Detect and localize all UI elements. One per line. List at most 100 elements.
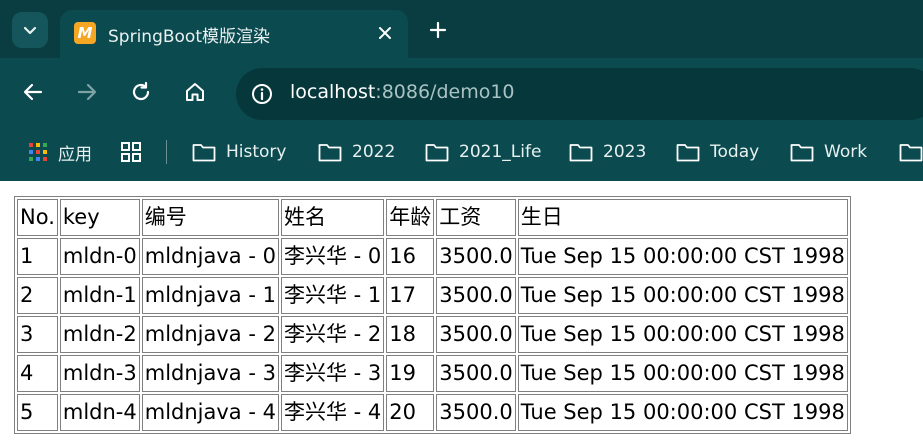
tab-search-button[interactable] bbox=[12, 12, 48, 48]
table-cell: 19 bbox=[386, 355, 435, 392]
apps-grid-icon bbox=[29, 143, 47, 161]
bookmark-tab-groups[interactable] bbox=[120, 138, 152, 166]
table-cell: 李兴华 - 2 bbox=[280, 316, 385, 353]
table-cell: mldn-2 bbox=[59, 316, 140, 353]
back-button[interactable] bbox=[17, 76, 49, 108]
forward-arrow-icon bbox=[77, 83, 97, 101]
table-row: 1 mldn-0 mldnjava - 0 李兴华 - 0 16 3500.0 … bbox=[17, 238, 848, 275]
table-cell: Tue Sep 15 00:00:00 CST 1998 bbox=[517, 316, 848, 353]
table-cell: 3500.0 bbox=[436, 316, 516, 353]
table-cell: mldnjava - 1 bbox=[141, 277, 279, 314]
bookmark-label: 2023 bbox=[603, 142, 647, 162]
table-cell: 4 bbox=[17, 355, 58, 392]
bookmark-label: History bbox=[226, 142, 287, 162]
folder-icon bbox=[899, 144, 923, 162]
folder-icon bbox=[569, 144, 593, 162]
table-cell: 3500.0 bbox=[436, 355, 516, 392]
table-cell: mldnjava - 0 bbox=[141, 238, 279, 275]
table-row: 5 mldn-4 mldnjava - 4 李兴华 - 4 20 3500.0 … bbox=[17, 394, 848, 431]
table-cell: Tue Sep 15 00:00:00 CST 1998 bbox=[517, 238, 848, 275]
address-bar[interactable]: localhost:8086/demo10 bbox=[236, 68, 923, 120]
bookmark-folder-overflow[interactable] bbox=[899, 138, 923, 166]
table-cell: mldnjava - 2 bbox=[141, 316, 279, 353]
header-cell: 工资 bbox=[436, 199, 516, 236]
folder-icon bbox=[676, 144, 700, 162]
folder-icon bbox=[425, 144, 449, 162]
table-cell: 李兴华 - 0 bbox=[280, 238, 385, 275]
bookmark-apps[interactable]: 应用 bbox=[28, 138, 92, 166]
table-cell: Tue Sep 15 00:00:00 CST 1998 bbox=[517, 355, 848, 392]
table-cell: 5 bbox=[17, 394, 58, 431]
bookmark-folder-today[interactable]: Today bbox=[676, 138, 759, 166]
header-cell: 编号 bbox=[141, 199, 279, 236]
page-content: No. key 编号 姓名 年龄 工资 生日 1 mldn-0 mldnjava… bbox=[0, 181, 923, 441]
table-cell: 李兴华 - 4 bbox=[280, 394, 385, 431]
table-cell: 李兴华 - 1 bbox=[280, 277, 385, 314]
bookmark-folder-2022[interactable]: 2022 bbox=[318, 138, 395, 166]
header-cell: 年龄 bbox=[386, 199, 435, 236]
table-cell: 3 bbox=[17, 316, 58, 353]
header-cell: 生日 bbox=[517, 199, 848, 236]
active-tab[interactable]: M SpringBoot模版渲染 bbox=[60, 10, 408, 60]
bookmark-label: 2022 bbox=[352, 142, 396, 162]
bookmark-folder-2021-life[interactable]: 2021_Life bbox=[425, 138, 541, 166]
table-cell: 3500.0 bbox=[436, 238, 516, 275]
table-cell: mldnjava - 3 bbox=[141, 355, 279, 392]
table-cell: 20 bbox=[386, 394, 435, 431]
table-cell: Tue Sep 15 00:00:00 CST 1998 bbox=[517, 277, 848, 314]
tab-close-button[interactable] bbox=[372, 20, 398, 46]
table-cell: 16 bbox=[386, 238, 435, 275]
home-icon bbox=[186, 83, 204, 101]
info-icon bbox=[252, 84, 272, 104]
bookmark-label: 应用 bbox=[58, 144, 92, 165]
table-header-row: No. key 编号 姓名 年龄 工资 生日 bbox=[17, 199, 848, 236]
table-row: 2 mldn-1 mldnjava - 1 李兴华 - 1 17 3500.0 … bbox=[17, 277, 848, 314]
data-table: No. key 编号 姓名 年龄 工资 生日 1 mldn-0 mldnjava… bbox=[14, 196, 851, 434]
navigation-bar: localhost:8086/demo10 bbox=[0, 58, 923, 130]
tab-groups-icon bbox=[121, 142, 141, 162]
bookmark-label: Today bbox=[710, 142, 760, 162]
table-cell: mldn-0 bbox=[59, 238, 140, 275]
url-host: localhost bbox=[290, 81, 376, 103]
table-row: 3 mldn-2 mldnjava - 2 李兴华 - 2 18 3500.0 … bbox=[17, 316, 848, 353]
table-cell: 1 bbox=[17, 238, 58, 275]
table-cell: Tue Sep 15 00:00:00 CST 1998 bbox=[517, 394, 848, 431]
reload-button[interactable] bbox=[125, 76, 157, 108]
bookmarks-bar: 应用 History 2022 2021_Life 2023 Today Wor… bbox=[0, 130, 923, 174]
bookmark-folder-history[interactable]: History bbox=[192, 138, 286, 166]
table-cell: mldn-3 bbox=[59, 355, 140, 392]
back-arrow-icon bbox=[23, 83, 43, 101]
reload-icon bbox=[132, 81, 150, 101]
browser-chrome: M SpringBoot模版渲染 localhost:8086/demo10 应… bbox=[0, 0, 923, 181]
tab-strip: M SpringBoot模版渲染 bbox=[0, 0, 923, 60]
plus-icon bbox=[429, 21, 447, 39]
bookmark-label: 2021_Life bbox=[459, 142, 542, 162]
home-button[interactable] bbox=[179, 76, 211, 108]
folder-icon bbox=[192, 144, 216, 162]
folder-icon bbox=[790, 144, 814, 162]
header-cell: key bbox=[59, 199, 140, 236]
table-cell: 2 bbox=[17, 277, 58, 314]
bookmark-label: Work bbox=[824, 142, 868, 162]
site-info-button[interactable] bbox=[248, 80, 276, 108]
favicon-icon: M bbox=[74, 22, 96, 44]
table-cell: 3500.0 bbox=[436, 394, 516, 431]
folder-icon bbox=[318, 144, 342, 162]
table-row: 4 mldn-3 mldnjava - 3 李兴华 - 3 19 3500.0 … bbox=[17, 355, 848, 392]
new-tab-button[interactable] bbox=[424, 16, 452, 44]
table-cell: 李兴华 - 3 bbox=[280, 355, 385, 392]
tab-title: SpringBoot模版渲染 bbox=[108, 27, 270, 47]
header-cell: 姓名 bbox=[280, 199, 385, 236]
bookmark-folder-2023[interactable]: 2023 bbox=[569, 138, 646, 166]
table-cell: mldnjava - 4 bbox=[141, 394, 279, 431]
table-cell: 18 bbox=[386, 316, 435, 353]
table-cell: mldn-4 bbox=[59, 394, 140, 431]
header-cell: No. bbox=[17, 199, 58, 236]
table-cell: mldn-1 bbox=[59, 277, 140, 314]
table-cell: 3500.0 bbox=[436, 277, 516, 314]
url-path: :8086/demo10 bbox=[375, 81, 515, 103]
bookmark-folder-work[interactable]: Work bbox=[790, 138, 867, 166]
forward-button[interactable] bbox=[71, 76, 103, 108]
chevron-down-icon bbox=[23, 26, 37, 35]
bookmarks-divider bbox=[166, 140, 167, 164]
